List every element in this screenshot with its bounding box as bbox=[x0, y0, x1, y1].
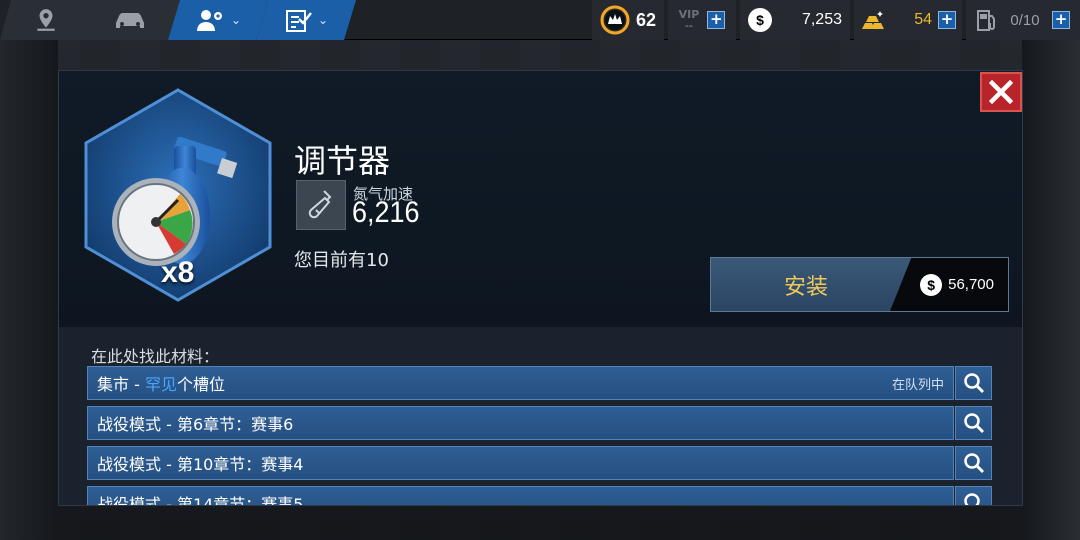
close-button[interactable] bbox=[980, 72, 1022, 112]
source-search-button[interactable] bbox=[955, 366, 992, 400]
nitro-stat-badge bbox=[296, 180, 346, 230]
source-text: 战役模式 - 第10章节：赛事4 bbox=[97, 455, 304, 474]
cash-coin-icon: $ bbox=[748, 8, 772, 32]
nav-profile-button[interactable]: ⌄ bbox=[168, 0, 268, 40]
gold-plus-button[interactable]: + bbox=[938, 11, 956, 29]
source-row-clip: 战役模式 - 第14章节：赛事5 bbox=[87, 486, 992, 505]
search-icon bbox=[963, 413, 984, 434]
install-price-value: 56,700 bbox=[948, 276, 994, 293]
source-row-label[interactable]: 战役模式 - 第14章节：赛事5 bbox=[87, 486, 954, 505]
source-text: 集市 - bbox=[97, 375, 145, 394]
vip-display[interactable]: VIP -- + bbox=[668, 0, 736, 40]
install-label: 安装 bbox=[783, 274, 828, 300]
source-text: 战役模式 - 第6章节：赛事6 bbox=[97, 415, 294, 434]
chevron-down-icon: ⌄ bbox=[230, 13, 242, 27]
level-value: 62 bbox=[635, 9, 657, 30]
gold-display[interactable]: 54 + bbox=[854, 0, 962, 40]
search-icon bbox=[963, 373, 984, 394]
vip-value: -- bbox=[685, 19, 693, 32]
cash-display[interactable]: $ 7,253 bbox=[740, 0, 850, 40]
stat-value: 6,216 bbox=[352, 196, 420, 229]
queue-status: 在队列中 bbox=[891, 377, 944, 393]
cash-coin-icon: $ bbox=[920, 273, 943, 296]
level-display[interactable]: 62 bbox=[592, 0, 664, 40]
background-left bbox=[0, 40, 58, 540]
crown-level-icon bbox=[600, 5, 630, 35]
source-text: 战役模式 - 第14章节：赛事5 bbox=[97, 495, 304, 505]
car-icon bbox=[116, 13, 144, 28]
sources-header: 在此处找此材料： bbox=[91, 347, 220, 366]
fuel-pump-icon bbox=[977, 10, 995, 31]
vip-icon: VIP -- bbox=[679, 9, 700, 31]
install-price: $ 56,700 bbox=[890, 258, 1008, 311]
close-icon bbox=[989, 80, 1013, 104]
source-row-campaign-14[interactable]: 战役模式 - 第14章节：赛事5 bbox=[87, 486, 992, 505]
source-row-market[interactable]: 集市 - 罕见 个槽位 在队列中 bbox=[87, 366, 992, 400]
top-bar: ⌄ ⌄ 62 VIP -- + $ 7,253 54 + 0/10 + bbox=[0, 0, 1080, 40]
background-right bbox=[1022, 40, 1080, 540]
source-row-label[interactable]: 战役模式 - 第6章节：赛事6 bbox=[87, 406, 954, 440]
nitro-bottle-icon bbox=[308, 190, 332, 219]
nav-map-button[interactable] bbox=[0, 0, 92, 40]
map-pin-icon bbox=[37, 9, 55, 31]
gold-bars-icon bbox=[862, 11, 884, 29]
source-search-button[interactable] bbox=[955, 446, 992, 480]
chevron-down-icon: ⌄ bbox=[317, 13, 329, 27]
checklist-icon bbox=[285, 10, 312, 32]
profile-settings-icon bbox=[196, 10, 222, 31]
source-row-campaign-10[interactable]: 战役模式 - 第10章节：赛事4 bbox=[87, 446, 992, 480]
install-button[interactable]: 安装 $ 56,700 bbox=[710, 257, 1009, 312]
item-count: x8 bbox=[161, 256, 195, 289]
fuel-value: 0/10 bbox=[1010, 11, 1040, 29]
item-title: 调节器 bbox=[294, 142, 391, 180]
nav-garage-button[interactable] bbox=[80, 0, 180, 40]
source-search-button[interactable] bbox=[955, 486, 992, 505]
source-text-suffix: 个槽位 bbox=[176, 375, 225, 394]
search-icon bbox=[963, 493, 980, 505]
cash-value: 7,253 bbox=[801, 11, 842, 28]
source-rarity: 罕见 bbox=[144, 375, 177, 394]
source-row-label[interactable]: 战役模式 - 第10章节：赛事4 bbox=[87, 446, 954, 480]
gold-value: 54 bbox=[914, 11, 932, 28]
source-row-label[interactable]: 集市 - 罕见 个槽位 在队列中 bbox=[87, 366, 954, 400]
fuel-display[interactable]: 0/10 + bbox=[966, 0, 1080, 40]
search-icon bbox=[963, 453, 984, 474]
nav-tasks-button[interactable]: ⌄ bbox=[256, 0, 356, 40]
source-row-campaign-6[interactable]: 战役模式 - 第6章节：赛事6 bbox=[87, 406, 992, 440]
source-search-button[interactable] bbox=[955, 406, 992, 440]
owned-count: 您目前有10 bbox=[294, 250, 389, 271]
fuel-plus-button[interactable]: + bbox=[1051, 11, 1070, 29]
vip-plus-button[interactable]: + bbox=[707, 11, 726, 29]
